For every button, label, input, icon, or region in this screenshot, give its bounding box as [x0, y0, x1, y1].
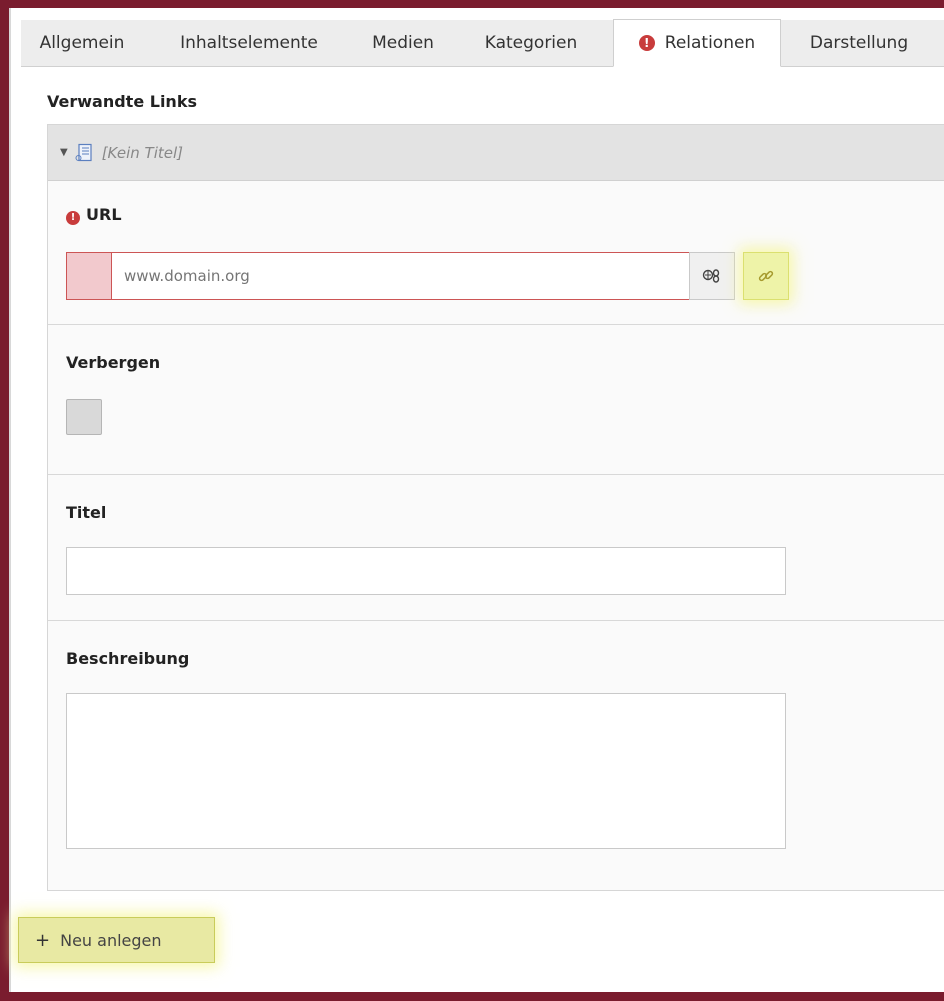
hidden-label: Verbergen — [66, 353, 161, 372]
divider — [48, 324, 944, 325]
url-error-indicator — [67, 253, 112, 299]
url-label: URL — [86, 205, 122, 224]
title-label: Titel — [66, 503, 107, 522]
url-input[interactable] — [112, 253, 689, 299]
tab-darstellung[interactable]: Darstellung — [792, 20, 926, 66]
divider — [48, 620, 944, 621]
error-icon: ! — [638, 35, 655, 51]
tab-allgemein[interactable]: Allgemein — [27, 20, 137, 66]
caret-down-icon[interactable]: ▼ — [60, 147, 68, 158]
tab-medien[interactable]: Medien — [358, 20, 448, 66]
new-record-label: Neu anlegen — [60, 930, 162, 950]
new-record-button[interactable]: + Neu anlegen — [18, 917, 215, 963]
url-label-wrap: ! URL — [66, 205, 122, 225]
url-field — [66, 252, 690, 300]
link-record-icon — [75, 143, 92, 161]
tab-relationen[interactable]: ! Relationen — [613, 19, 781, 67]
required-error-icon: ! — [66, 210, 80, 225]
tab-bar: Allgemein Inhaltselemente Medien Kategor… — [21, 19, 944, 67]
title-input[interactable] — [66, 547, 786, 595]
description-textarea[interactable] — [66, 693, 786, 849]
section-title: Verwandte Links — [47, 92, 197, 111]
link-globe-icon — [702, 269, 720, 283]
open-link-button[interactable] — [689, 252, 735, 300]
description-label: Beschreibung — [66, 649, 190, 668]
record-header[interactable]: ▼ [Kein Titel] — [48, 125, 944, 181]
related-link-record: ▼ [Kein Titel] ! URL Verbergen — [47, 124, 944, 891]
divider — [48, 474, 944, 475]
tab-kategorien[interactable]: Kategorien — [471, 20, 591, 66]
tab-inhaltselemente[interactable]: Inhaltselemente — [163, 20, 335, 66]
plus-icon: + — [35, 929, 51, 951]
hidden-checkbox[interactable] — [66, 399, 102, 435]
record-title: [Kein Titel] — [101, 143, 183, 162]
link-icon — [758, 270, 774, 282]
tab-relationen-label: Relationen — [664, 33, 756, 53]
link-wizard-button[interactable] — [743, 252, 789, 300]
